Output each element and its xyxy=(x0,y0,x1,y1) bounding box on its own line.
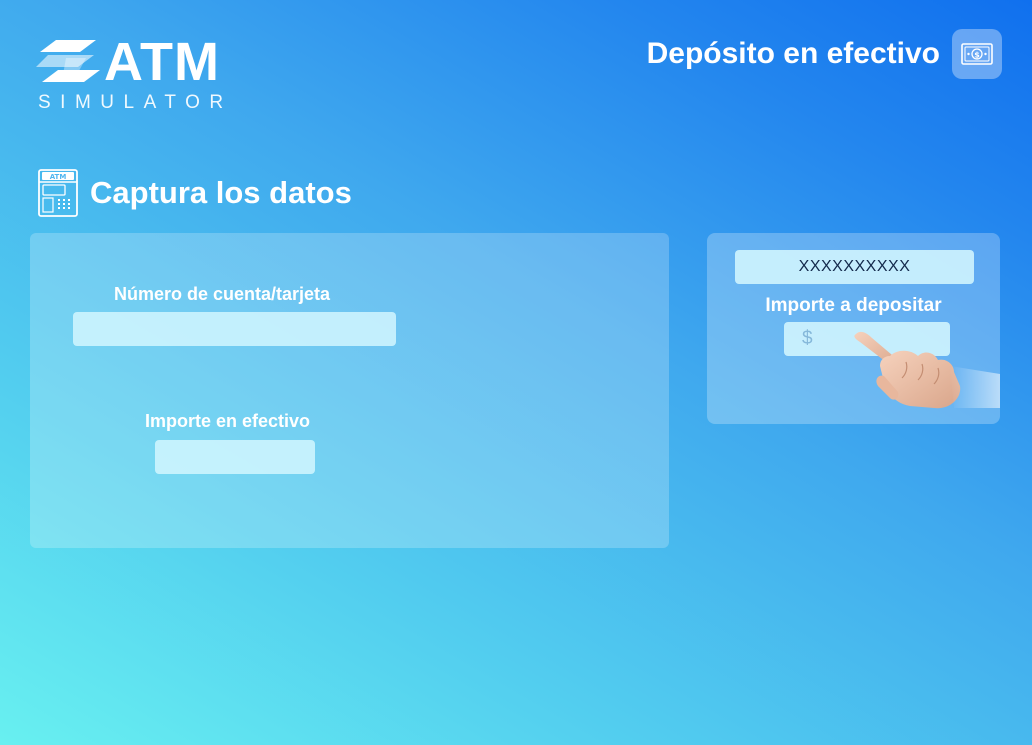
page-title: Depósito en efectivo xyxy=(646,37,940,70)
preview-amount-label: Importe a depositar xyxy=(765,295,942,316)
pointing-hand-icon xyxy=(854,331,1000,409)
brand-logo: ATM SIMULATOR xyxy=(36,34,246,118)
logo-mark-icon xyxy=(36,40,100,82)
cash-amount-input[interactable] xyxy=(155,440,315,474)
section-title: Captura los datos xyxy=(90,175,352,210)
brand-subtitle: SIMULATOR xyxy=(38,92,233,113)
atm-icon-text: ATM xyxy=(50,173,67,181)
brand-title: ATM xyxy=(104,32,220,92)
cash-deposit-button[interactable]: $ xyxy=(952,29,1002,79)
atm-machine-icon: ATM xyxy=(38,169,78,217)
account-number-label: Número de cuenta/tarjeta xyxy=(114,284,331,304)
svg-text:$: $ xyxy=(974,51,980,60)
cash-bill-icon: $ xyxy=(961,43,993,65)
account-number-input[interactable] xyxy=(73,312,396,346)
deposit-form-card: Número de cuenta/tarjeta Importe en efec… xyxy=(30,233,669,548)
deposit-preview-card: XXXXXXXXXX Importe a depositar $ xyxy=(707,233,1000,424)
preview-account-field: XXXXXXXXXX xyxy=(735,250,974,284)
cash-amount-label: Importe en efectivo xyxy=(145,411,311,431)
